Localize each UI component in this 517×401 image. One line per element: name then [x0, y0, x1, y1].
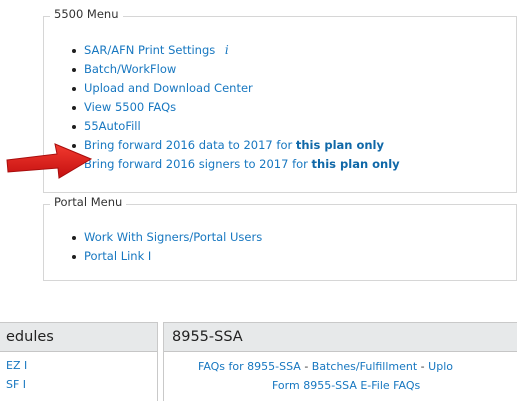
form-8955-ssa-efile-faqs-link[interactable]: Form 8955-SSA E-File FAQs — [272, 379, 420, 392]
schedules-panel-body: EZ I SF I — [0, 352, 157, 394]
work-with-signers-link[interactable]: Work With Signers/Portal Users — [84, 230, 262, 244]
bring-forward-signers-label: Bring forward 2016 signers to 2017 for — [84, 157, 312, 171]
bullet-icon — [72, 68, 76, 72]
bullet-icon — [72, 255, 76, 259]
bullet-icon — [72, 106, 76, 110]
sar-afn-print-settings-link[interactable]: SAR/AFN Print Settings — [84, 43, 215, 57]
link-separator: - — [300, 360, 312, 373]
bring-forward-signers-link[interactable]: Bring forward 2016 signers to 2017 for t… — [84, 157, 400, 171]
menu-item-batch-workflow[interactable]: Batch/WorkFlow — [66, 60, 400, 79]
portal-menu-fieldset: Portal Menu Work With Signers/Portal Use… — [43, 195, 517, 281]
this-plan-only-label: this plan only — [311, 157, 400, 171]
upload-link[interactable]: Uplo — [428, 360, 453, 373]
bullet-icon — [72, 49, 76, 53]
batch-workflow-link[interactable]: Batch/WorkFlow — [84, 62, 176, 76]
batches-fulfillment-link[interactable]: Batches/Fulfillment — [312, 360, 417, 373]
portal-menu-legend: Portal Menu — [50, 195, 127, 209]
link-separator: - — [417, 360, 429, 373]
menu-item-bring-forward-data[interactable]: Bring forward 2016 data to 2017 for this… — [66, 136, 400, 155]
menu-item-bring-forward-signers[interactable]: Bring forward 2016 signers to 2017 for t… — [66, 155, 400, 174]
ssa-links-row: FAQs for 8955-SSA - Batches/Fulfillment … — [164, 357, 517, 376]
ssa-panel-body: FAQs for 8955-SSA - Batches/Fulfillment … — [164, 352, 517, 395]
bullet-icon — [72, 125, 76, 129]
schedules-panel: edules EZ I SF I — [0, 322, 158, 401]
menu-item-sar-afn-print-settings[interactable]: SAR/AFN Print Settings i — [66, 41, 400, 60]
menu-5500-legend: 5500 Menu — [50, 7, 123, 21]
schedule-ez-link[interactable]: EZ I — [6, 356, 157, 375]
portal-menu-list: Work With Signers/Portal Users Portal Li… — [66, 228, 262, 266]
ssa-panel: 8955-SSA FAQs for 8955-SSA - Batches/Ful… — [163, 322, 517, 401]
bullet-icon — [72, 87, 76, 91]
portal-link-link[interactable]: Portal Link I — [84, 249, 151, 263]
bring-forward-data-link[interactable]: Bring forward 2016 data to 2017 for this… — [84, 138, 384, 152]
view-5500-faqs-link[interactable]: View 5500 FAQs — [84, 100, 176, 114]
menu-5500-list: SAR/AFN Print Settings i Batch/WorkFlow … — [66, 41, 400, 174]
this-plan-only-label: this plan only — [295, 138, 385, 152]
menu-item-55autofill[interactable]: 55AutoFill — [66, 117, 400, 136]
55autofill-link[interactable]: 55AutoFill — [84, 119, 141, 133]
ssa-efile-faqs-row: Form 8955-SSA E-File FAQs — [164, 376, 517, 395]
menu-item-view-5500-faqs[interactable]: View 5500 FAQs — [66, 98, 400, 117]
bullet-icon — [72, 236, 76, 240]
upload-download-center-link[interactable]: Upload and Download Center — [84, 81, 253, 95]
menu-5500-fieldset: 5500 Menu SAR/AFN Print Settings i Batch… — [43, 7, 517, 193]
menu-item-upload-download-center[interactable]: Upload and Download Center — [66, 79, 400, 98]
schedules-panel-title: edules — [0, 323, 157, 352]
menu-item-work-with-signers[interactable]: Work With Signers/Portal Users — [66, 228, 262, 247]
schedule-sf-link[interactable]: SF I — [6, 375, 157, 394]
ssa-panel-title: 8955-SSA — [164, 323, 517, 352]
info-icon[interactable]: i — [225, 43, 229, 57]
red-arrow-icon — [6, 143, 93, 179]
faqs-8955-ssa-link[interactable]: FAQs for 8955-SSA — [198, 360, 301, 373]
bring-forward-data-label: Bring forward 2016 data to 2017 for — [84, 138, 296, 152]
menu-item-portal-link[interactable]: Portal Link I — [66, 247, 262, 266]
